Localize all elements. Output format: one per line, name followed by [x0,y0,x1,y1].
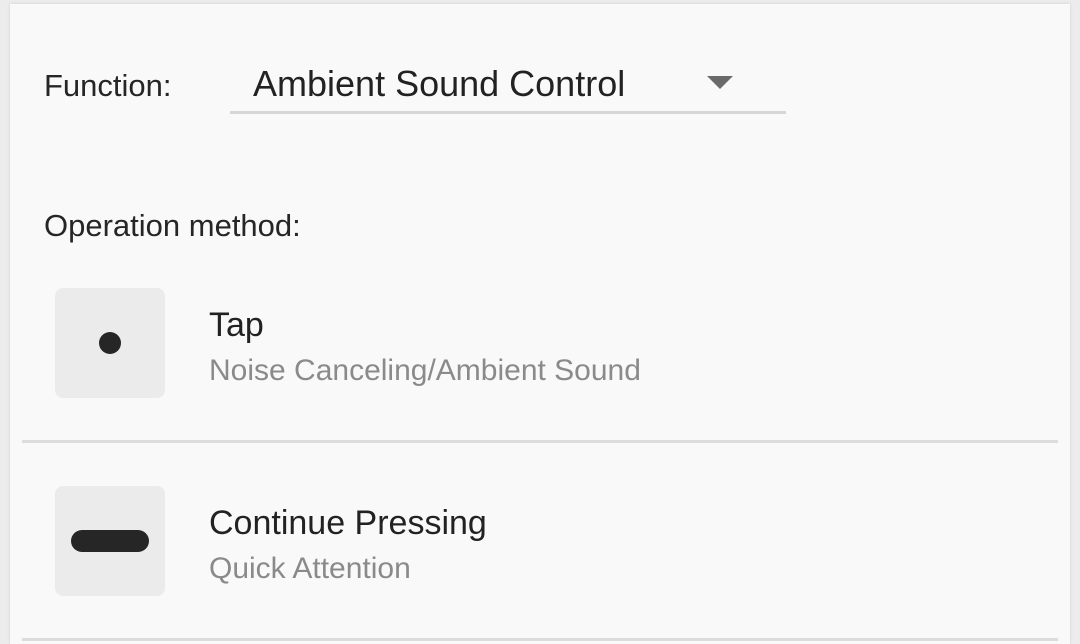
operation-item-title: Tap [209,306,264,344]
operation-item-subtitle: Quick Attention [209,552,411,585]
long-bar-icon [71,530,149,552]
function-dropdown[interactable]: Ambient Sound Control [230,58,786,114]
function-selected-value: Ambient Sound Control [253,63,626,104]
function-label: Function: [44,68,172,103]
operation-item-subtitle: Noise Canceling/Ambient Sound [209,354,641,387]
settings-card: Function: Ambient Sound Control Operatio… [10,4,1070,644]
press-icon-box [55,486,165,596]
operation-item-tap[interactable]: Tap Noise Canceling/Ambient Sound [22,246,1058,442]
operation-item-continue-pressing[interactable]: Continue Pressing Quick Attention [22,444,1058,640]
tap-icon-box [55,288,165,398]
dot-icon [99,332,121,354]
divider [22,440,1058,443]
operation-method-label: Operation method: [44,208,301,243]
operation-item-title: Continue Pressing [209,504,487,542]
function-row: Function: Ambient Sound Control [44,58,786,114]
triangle-down-icon [707,76,733,89]
